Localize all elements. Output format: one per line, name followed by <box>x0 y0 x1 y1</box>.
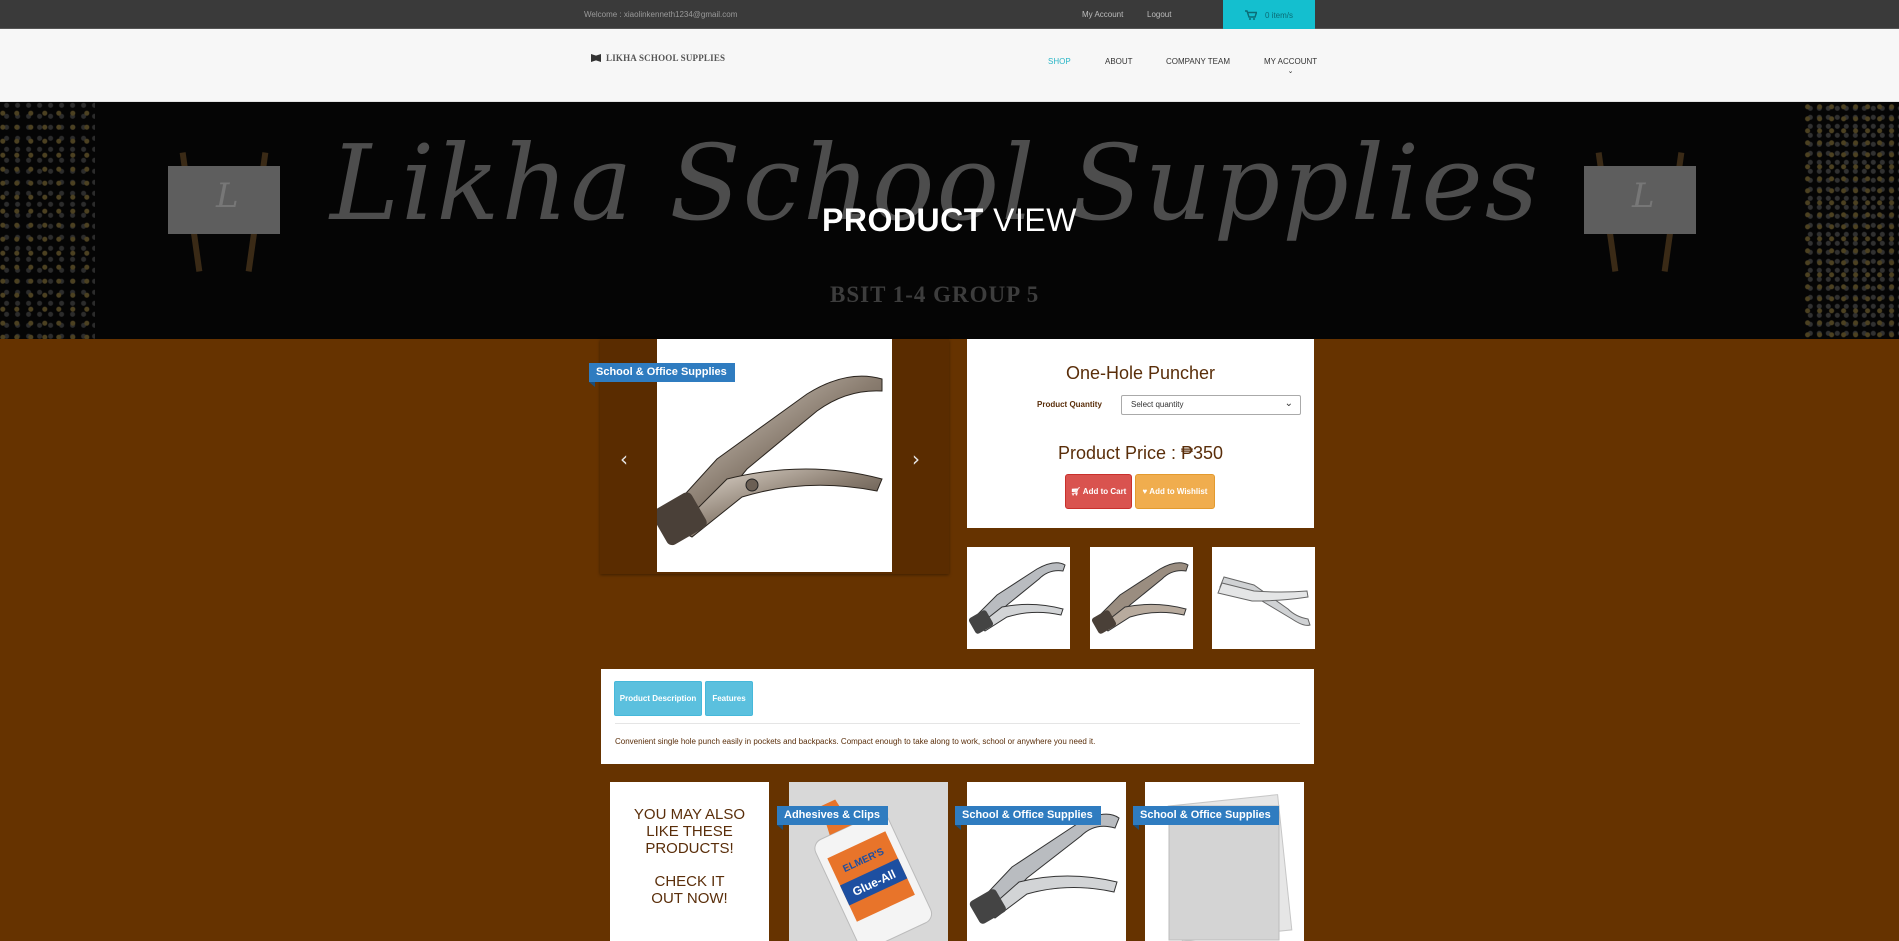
divider <box>615 723 1300 724</box>
product-description-text: Convenient single hole punch easily in p… <box>615 737 1096 746</box>
category-tag: School & Office Supplies <box>1133 806 1279 830</box>
related-product-card[interactable]: School & Office Supplies <box>955 782 1126 941</box>
quantity-select[interactable]: Select quantity ⌄ <box>1121 395 1301 415</box>
cart-button[interactable]: 0 item/s <box>1223 0 1315 30</box>
related-product-card[interactable]: ELMER'S Glue-All Adhesives & Clips <box>777 782 948 941</box>
category-tag: School & Office Supplies <box>589 363 735 387</box>
product-image-carousel: ‹ › School & Office Supplies <box>589 339 949 574</box>
promo-cta-text: CHECK IT OUT NOW! <box>651 873 728 907</box>
top-my-account-link[interactable]: My Account <box>1082 10 1123 19</box>
add-to-wishlist-label: Add to Wishlist <box>1149 487 1208 496</box>
book-icon <box>591 54 601 62</box>
category-tag: School & Office Supplies <box>955 806 1101 830</box>
quantity-select-value: Select quantity <box>1131 400 1184 409</box>
tab-features[interactable]: Features <box>705 681 753 716</box>
hero-subtitle: BSIT 1-4 GROUP 5 <box>830 282 1040 307</box>
hero-banner: L L Likha School Supplies BSIT 1-4 GROUP… <box>0 102 1899 339</box>
related-product-card[interactable]: School & Office Supplies <box>1133 782 1304 941</box>
welcome-text: Welcome : xiaolinkenneth1234@gmail.com <box>584 10 738 19</box>
nav-about[interactable]: ABOUT <box>1105 57 1133 66</box>
page-title: PRODUCT VIEW <box>822 202 1077 238</box>
nav-my-account[interactable]: MY ACCOUNT ⌄ <box>1264 57 1317 75</box>
product-info-card: One-Hole Puncher Product Quantity Select… <box>967 339 1314 528</box>
tab-product-description[interactable]: Product Description <box>614 681 702 716</box>
product-thumbnail[interactable] <box>967 547 1070 649</box>
cart-icon <box>1245 10 1257 20</box>
cart-count: 0 item/s <box>1265 10 1294 20</box>
nav-company-team[interactable]: COMPANY TEAM <box>1166 57 1230 66</box>
related-promo-card: YOU MAY ALSO LIKE THESE PRODUCTS! CHECK … <box>610 782 769 941</box>
top-bar: Welcome : xiaolinkenneth1234@gmail.com M… <box>0 0 1899 30</box>
nav-my-account-label: MY ACCOUNT <box>1264 57 1318 66</box>
cart-icon: 🛒︎ <box>1070 487 1081 496</box>
heart-icon: ♥ <box>1142 487 1148 496</box>
product-name: One-Hole Puncher <box>1065 363 1216 383</box>
chevron-down-icon: ⌄ <box>1287 68 1294 75</box>
carousel-prev-icon[interactable]: ‹ <box>620 447 628 471</box>
product-price: Product Price : ₱350 <box>1057 443 1224 463</box>
promo-text: YOU MAY ALSO LIKE THESE PRODUCTS! <box>633 806 746 857</box>
chevron-down-icon: ⌄ <box>1284 398 1293 409</box>
nav-shop[interactable]: SHOP <box>1048 57 1071 66</box>
add-to-wishlist-button[interactable]: ♥ Add to Wishlist <box>1135 474 1215 509</box>
add-to-cart-label: Add to Cart <box>1082 487 1127 496</box>
add-to-cart-button[interactable]: 🛒︎ Add to Cart <box>1065 474 1132 509</box>
logout-link[interactable]: Logout <box>1147 10 1171 19</box>
brand-logo[interactable]: LIKHA SCHOOL SUPPLIES <box>591 53 725 63</box>
product-thumbnail[interactable] <box>1090 547 1193 649</box>
product-tabs-panel: Product Description Features Convenient … <box>601 669 1314 764</box>
brand-name: LIKHA SCHOOL SUPPLIES <box>606 53 726 63</box>
carousel-next-icon[interactable]: › <box>912 447 920 471</box>
category-tag: Adhesives & Clips <box>777 806 888 830</box>
main-navbar: LIKHA SCHOOL SUPPLIES SHOP ABOUT COMPANY… <box>0 29 1899 102</box>
product-thumbnail[interactable] <box>1212 547 1315 649</box>
quantity-label: Product Quantity <box>1037 400 1102 409</box>
